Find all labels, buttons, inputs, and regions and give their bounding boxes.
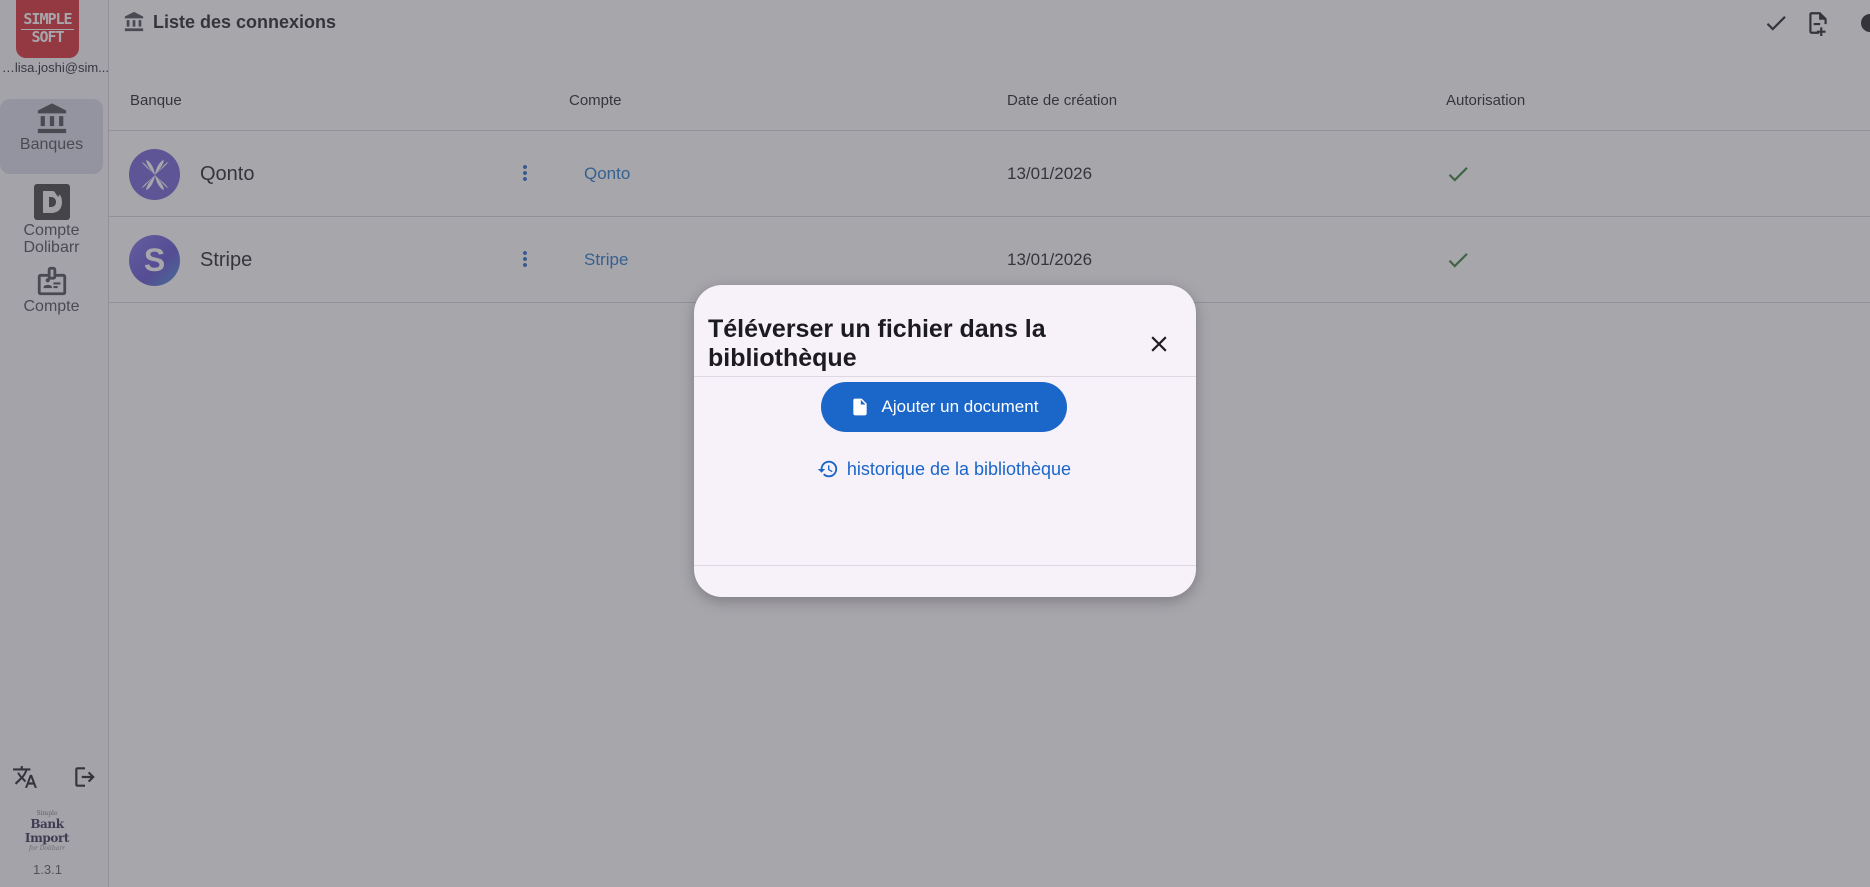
file-upload-icon [852, 398, 867, 416]
library-history-link[interactable]: historique de la bibliothèque [816, 455, 1072, 483]
history-icon [817, 460, 838, 478]
dialog-divider [694, 565, 1196, 566]
add-document-label: Ajouter un document [881, 397, 1039, 416]
upload-dialog: Téléverser un fichier dans la bibliothèq… [694, 285, 1196, 597]
close-icon[interactable] [1146, 331, 1172, 357]
dialog-title: Téléverser un fichier dans la bibliothèq… [708, 315, 1046, 372]
history-link-label: historique de la bibliothèque [846, 458, 1072, 479]
dialog-divider [694, 376, 1196, 377]
add-document-button[interactable]: Ajouter un document [821, 382, 1067, 432]
app-root: SIMPLE SOFT sonalisa.joshi@sim... Banque… [0, 0, 1870, 887]
